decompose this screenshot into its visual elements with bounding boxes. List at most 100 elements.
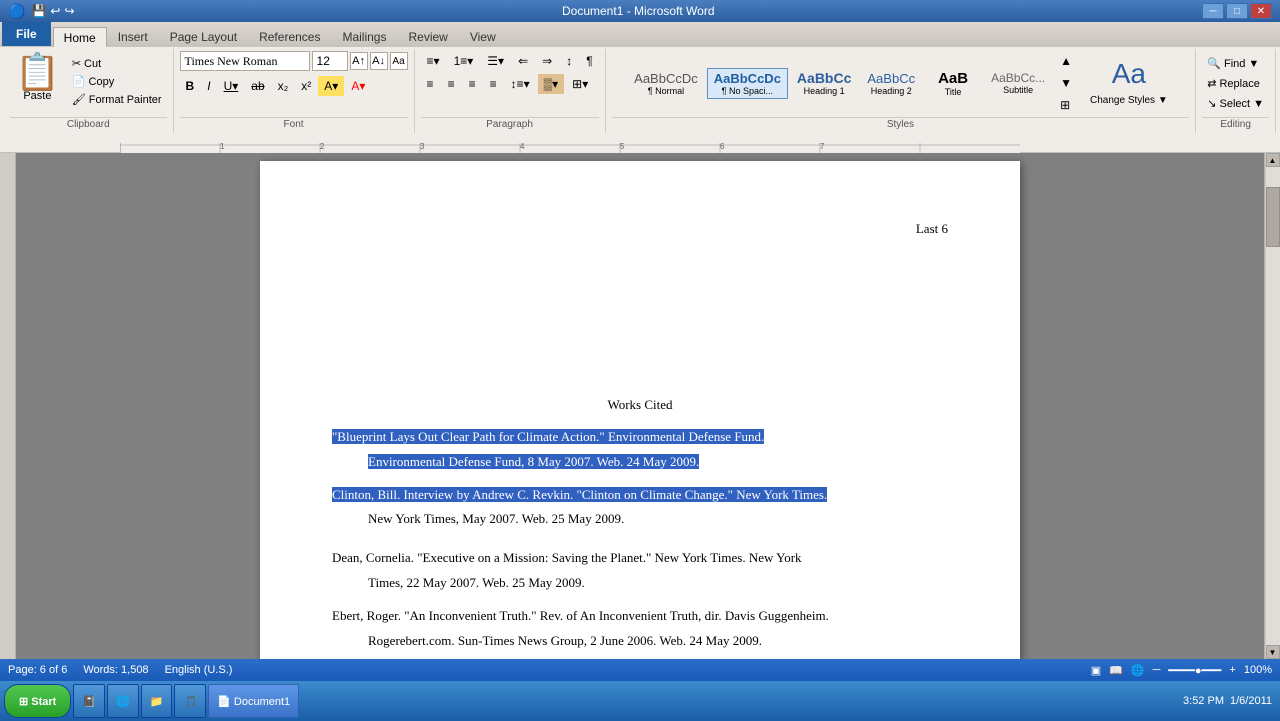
zoom-out-btn[interactable]: ─ (1153, 664, 1161, 676)
copy-button[interactable]: 📄 Copy (67, 73, 167, 90)
bullets-btn[interactable]: ≡▾ (421, 51, 446, 71)
tab-file[interactable]: File (2, 22, 51, 46)
undo-btn[interactable]: ↩ (50, 4, 60, 18)
citation-3[interactable]: Dean, Cornelia. "Executive on a Mission:… (332, 548, 948, 569)
citations-list: "Blueprint Lays Out Clear Path for Clima… (332, 427, 948, 659)
highlight-btn[interactable]: A▾ (318, 76, 344, 96)
minimize-btn[interactable]: ─ (1202, 3, 1224, 19)
find-btn[interactable]: 🔍 Find ▼ (1202, 55, 1264, 72)
styles-up-btn[interactable]: ▲ (1054, 51, 1078, 71)
tab-review[interactable]: Review (397, 26, 458, 46)
tab-insert[interactable]: Insert (107, 26, 159, 46)
align-center-btn[interactable]: ≡ (442, 74, 461, 94)
bold-button[interactable]: B (180, 76, 201, 96)
close-btn[interactable]: ✕ (1250, 3, 1272, 19)
copy-icon: 📄 (72, 75, 86, 88)
zoom-slider[interactable]: ━━━━●━━━ (1168, 664, 1221, 677)
citation-2[interactable]: Clinton, Bill. Interview by Andrew C. Re… (332, 485, 948, 506)
numbering-btn[interactable]: 1≡▾ (448, 51, 480, 71)
tab-mailings[interactable]: Mailings (331, 26, 397, 46)
style-heading1[interactable]: AaBbCc Heading 1 (790, 67, 858, 99)
italic-button[interactable]: I (201, 76, 216, 96)
style-no-spacing[interactable]: AaBbCcDc ¶ No Spaci... (707, 68, 788, 99)
document-page: Last 6 Works Cited "Blueprint Lays Out C… (260, 161, 1020, 659)
shading-btn[interactable]: ▒▾ (538, 74, 565, 94)
styles-more-btn[interactable]: ⊞ (1054, 95, 1078, 115)
view-normal-btn[interactable]: ▣ (1091, 664, 1101, 677)
scroll-up-btn[interactable]: ▲ (1266, 153, 1280, 167)
page-header: Last 6 (332, 221, 948, 237)
increase-font-btn[interactable]: A↑ (350, 52, 368, 70)
align-right-btn[interactable]: ≡ (463, 74, 482, 94)
zoom-in-btn[interactable]: + (1229, 664, 1235, 676)
left-margin (0, 153, 16, 659)
font-color-btn[interactable]: A▾ (345, 76, 371, 96)
style-title[interactable]: AaB Title (924, 67, 982, 100)
editing-label: Editing (1202, 117, 1269, 131)
citation-4-cont-text: Rogerebert.com. Sun-Times News Group, 2 … (368, 633, 762, 648)
tab-references[interactable]: References (248, 26, 331, 46)
maximize-btn[interactable]: □ (1226, 3, 1248, 19)
view-reader-btn[interactable]: 📖 (1109, 664, 1123, 677)
taskbar-word[interactable]: 📄 Document1 (208, 684, 299, 718)
view-web-btn[interactable]: 🌐 (1131, 664, 1145, 677)
redo-btn[interactable]: ↪ (64, 4, 74, 18)
format-painter-button[interactable]: 🖌 Format Painter (67, 91, 167, 108)
taskbar-folder[interactable]: 📁 (141, 684, 173, 718)
increase-indent-btn[interactable]: ⇒ (536, 51, 558, 71)
tab-view[interactable]: View (459, 26, 507, 46)
styles-group: AaBbCcDc ¶ Normal AaBbCcDc ¶ No Spaci...… (606, 49, 1197, 133)
align-left-btn[interactable]: ≡ (421, 74, 440, 94)
tab-page-layout[interactable]: Page Layout (159, 26, 248, 46)
taskbar-ie[interactable]: 🌐 (107, 684, 139, 718)
decrease-font-btn[interactable]: A↓ (370, 52, 388, 70)
citation-1[interactable]: "Blueprint Lays Out Clear Path for Clima… (332, 427, 948, 448)
find-icon: 🔍 (1207, 57, 1221, 70)
decrease-indent-btn[interactable]: ⇐ (512, 51, 534, 71)
change-styles-btn[interactable]: Change Styles ▼ (1084, 92, 1174, 109)
superscript-button[interactable]: x² (295, 76, 317, 96)
svg-text:3: 3 (420, 142, 425, 151)
citation-4-cont[interactable]: Rogerebert.com. Sun-Times News Group, 2 … (332, 631, 948, 652)
strikethrough-button[interactable]: ab (245, 76, 270, 96)
clear-format-btn[interactable]: Aa (390, 52, 408, 70)
font-label: Font (180, 117, 408, 131)
line-spacing-btn[interactable]: ↕≡▾ (505, 74, 536, 94)
taskbar-onenote[interactable]: 📓 (73, 684, 105, 718)
select-icon: ↘ (1207, 97, 1216, 110)
citation-2-cont[interactable]: New York Times, May 2007. Web. 25 May 20… (332, 509, 948, 530)
citation-4[interactable]: Ebert, Roger. "An Inconvenient Truth." R… (332, 606, 948, 627)
show-marks-btn[interactable]: ¶ (580, 51, 598, 71)
font-size-selector[interactable]: 12 (312, 51, 348, 71)
cut-button[interactable]: ✂ Cut (67, 55, 167, 72)
scroll-thumb[interactable] (1266, 187, 1280, 247)
taskbar-media[interactable]: 🎵 (174, 684, 206, 718)
paste-button[interactable]: 📋 Paste (10, 51, 65, 105)
sort-btn[interactable]: ↕ (560, 51, 578, 71)
style-normal[interactable]: AaBbCcDc ¶ Normal (627, 68, 705, 99)
ribbon-tabs: File Home Insert Page Layout References … (0, 22, 1280, 46)
paste-icon: 📋 (15, 54, 60, 90)
taskbar-tray: 3:52 PM 1/6/2011 (1183, 695, 1276, 707)
citation-1-cont[interactable]: Environmental Defense Fund, 8 May 2007. … (332, 452, 948, 473)
borders-btn[interactable]: ⊞▾ (566, 74, 594, 94)
format-painter-icon: 🖌 (72, 93, 86, 106)
paste-label: Paste (23, 90, 51, 102)
subscript-button[interactable]: x₂ (272, 76, 295, 96)
start-button[interactable]: ⊞ Start (4, 684, 71, 718)
scroll-down-btn[interactable]: ▼ (1266, 645, 1280, 659)
select-btn[interactable]: ↘ Select ▼ (1202, 95, 1269, 112)
styles-down-btn[interactable]: ▼ (1054, 73, 1078, 93)
tab-home[interactable]: Home (53, 27, 107, 47)
multilevel-btn[interactable]: ☰▾ (481, 51, 510, 71)
justify-btn[interactable]: ≡ (484, 74, 503, 94)
style-subtitle[interactable]: AaBbCc... Subtitle (984, 68, 1052, 98)
document-scroll[interactable]: Last 6 Works Cited "Blueprint Lays Out C… (16, 153, 1264, 659)
scrollbar-right[interactable]: ▲ ▼ (1264, 153, 1280, 659)
underline-button[interactable]: U▾ (218, 76, 245, 96)
replace-btn[interactable]: ⇄ Replace (1202, 75, 1265, 92)
font-name-selector[interactable]: Times New Roman (180, 51, 310, 71)
save-btn[interactable]: 💾 (31, 4, 46, 18)
style-heading2[interactable]: AaBbCc Heading 2 (860, 68, 922, 99)
citation-3-cont[interactable]: Times, 22 May 2007. Web. 25 May 2009. (332, 573, 948, 594)
